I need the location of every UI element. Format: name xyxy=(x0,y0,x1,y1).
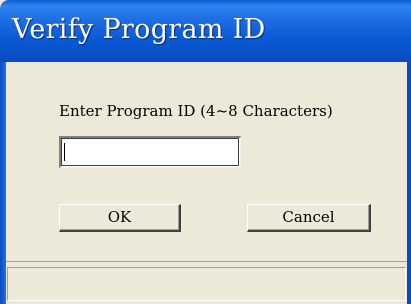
verify-program-id-dialog: Verify Program ID Enter Program ID (4~8 … xyxy=(0,0,411,304)
text-caret xyxy=(64,143,65,161)
window-title: Verify Program ID xyxy=(12,14,266,45)
window-frame-right xyxy=(407,62,411,304)
title-bar[interactable]: Verify Program ID xyxy=(0,0,411,62)
program-id-prompt-label: Enter Program ID (4~8 Characters) xyxy=(59,102,333,120)
ok-button[interactable]: OK xyxy=(59,204,181,232)
cancel-button[interactable]: Cancel xyxy=(247,204,371,232)
program-id-input[interactable] xyxy=(59,136,241,168)
status-bar-panel xyxy=(7,267,406,301)
dialog-client-area: Enter Program ID (4~8 Characters) OK Can… xyxy=(6,62,407,304)
status-bar xyxy=(6,261,407,304)
